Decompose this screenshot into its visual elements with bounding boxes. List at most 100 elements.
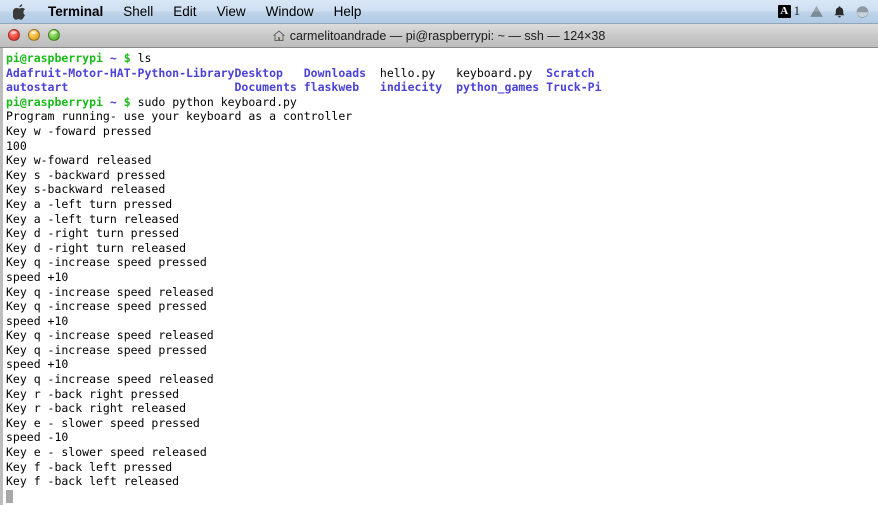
- prompt-user-host: pi@raspberrypi: [6, 94, 103, 109]
- ls-directory-entry: Scratch: [546, 65, 595, 80]
- program-output-line: Key w-foward released: [6, 153, 878, 168]
- ls-directory-entry: indiecity: [379, 80, 443, 95]
- ls-gap: [297, 80, 304, 94]
- program-output-text: Key d -right turn pressed: [6, 226, 180, 241]
- program-output-line: Key d -right turn pressed: [6, 226, 878, 241]
- ls-directory-entry: Adafruit-Motor-HAT-Python-Library: [6, 65, 235, 80]
- menu-item-help[interactable]: Help: [324, 3, 372, 21]
- program-output-text: Key e - slower speed pressed: [6, 415, 200, 430]
- terminal-command: sudo python keyboard.py: [130, 94, 297, 109]
- notification-bell-icon[interactable]: [833, 5, 846, 19]
- home-folder-icon: [272, 29, 285, 42]
- window-title-text: carmelitoandrade — pi@raspberrypi: ~ — s…: [289, 28, 606, 43]
- menu-item-terminal[interactable]: Terminal: [38, 3, 113, 21]
- program-output-text: Key f -back left released: [6, 474, 180, 489]
- program-output-text: Key s-backward released: [6, 182, 166, 197]
- terminal-content-area[interactable]: pi@raspberrypi ~ $ ls Adafruit-Motor-HAT-…: [0, 48, 878, 505]
- terminal-text-output: pi@raspberrypi ~ $ ls Adafruit-Motor-HAT-…: [6, 51, 878, 503]
- program-output-line: Key q -increase speed released: [6, 285, 878, 300]
- window-title-bar[interactable]: carmelitoandrade — pi@raspberrypi: ~ — s…: [0, 24, 878, 48]
- program-output-text: Key q -increase speed released: [6, 284, 214, 299]
- program-output-line: Key q -increase speed released: [6, 328, 878, 343]
- program-output-line: Key f -back left pressed: [6, 460, 878, 475]
- program-output-text: speed -10: [6, 430, 69, 445]
- apple-logo-icon[interactable]: [10, 3, 30, 20]
- ls-gap: [359, 80, 380, 94]
- ls-directory-entry: Documents: [234, 80, 297, 95]
- ls-output-row: Adafruit-Motor-HAT-Python-LibraryDesktop…: [6, 66, 878, 81]
- program-output-line: Program running- use your keyboard as a …: [6, 109, 878, 124]
- terminal-cursor-line: [6, 489, 878, 504]
- program-output-line: speed +10: [6, 357, 878, 372]
- menu-item-window[interactable]: Window: [256, 3, 324, 21]
- program-output-line: Key q -increase speed pressed: [6, 255, 878, 270]
- close-window-button[interactable]: [8, 29, 20, 41]
- program-output-line: Key q -increase speed released: [6, 372, 878, 387]
- terminal-prompt-line: pi@raspberrypi ~ $ sudo python keyboard.…: [6, 95, 878, 110]
- program-output-line: Key e - slower speed released: [6, 445, 878, 460]
- menu-bar-status-area: A 1: [777, 4, 872, 19]
- program-output-line: speed +10: [6, 314, 878, 329]
- ls-directory-entry: Downloads: [303, 65, 367, 80]
- program-output-line: Key a -left turn released: [6, 212, 878, 227]
- window-controls: [8, 29, 60, 41]
- ls-directory-entry: autostart: [6, 80, 69, 95]
- program-output-line: Key r -back right released: [6, 401, 878, 416]
- ls-gap: [283, 66, 304, 80]
- window-title-container: carmelitoandrade — pi@raspberrypi: ~ — s…: [0, 29, 878, 43]
- program-output-text: Key r -back right released: [6, 401, 187, 416]
- menu-item-edit[interactable]: Edit: [163, 3, 206, 21]
- program-output-text: Program running- use your keyboard as a …: [6, 109, 353, 124]
- program-output-text: Key a -left turn pressed: [6, 196, 173, 211]
- ls-output-row: autostart Documents flaskweb indiecity p…: [6, 80, 878, 95]
- menu-item-shell[interactable]: Shell: [113, 3, 163, 21]
- program-output-line: 100: [6, 139, 878, 154]
- program-output-text: Key q -increase speed released: [6, 372, 214, 387]
- minimize-window-button[interactable]: [28, 29, 40, 41]
- program-output-line: Key w -foward pressed: [6, 124, 878, 139]
- ls-gap: [435, 66, 456, 80]
- program-output-text: speed +10: [6, 269, 69, 284]
- program-output-line: Key r -back right pressed: [6, 387, 878, 402]
- ls-file-entry: keyboard.py: [456, 65, 533, 80]
- ls-gap: [442, 80, 456, 94]
- ls-directory-entry: python_games: [456, 80, 540, 95]
- prompt-sigil: $: [123, 51, 131, 65]
- program-output-text: Key f -back left pressed: [6, 459, 173, 474]
- program-output-line: Key e - slower speed pressed: [6, 416, 878, 431]
- macos-menu-bar: Terminal Shell Edit View Window Help A 1: [0, 0, 878, 24]
- ls-file-entry: hello.py: [379, 65, 436, 80]
- program-output-line: Key a -left turn pressed: [6, 197, 878, 212]
- program-output-line: Key f -back left released: [6, 474, 878, 489]
- ls-gap: [68, 80, 234, 94]
- program-output-text: Key w -foward pressed: [6, 123, 152, 138]
- google-drive-icon[interactable]: [809, 5, 824, 19]
- ls-directory-entry: Truck-Pi: [546, 80, 602, 95]
- input-source-badge-icon: A: [777, 5, 791, 18]
- program-output-line: Key q -increase speed pressed: [6, 343, 878, 358]
- circle-ellipsis-icon[interactable]: [855, 5, 870, 19]
- input-source-menu[interactable]: A 1: [777, 4, 800, 19]
- ls-directory-entry: Desktop: [234, 65, 283, 80]
- program-output-text: Key d -right turn released: [6, 240, 187, 255]
- program-output-text: 100: [6, 138, 27, 153]
- program-output-line: Key q -increase speed pressed: [6, 299, 878, 314]
- menu-item-view[interactable]: View: [207, 3, 256, 21]
- program-output-line: Key s -backward pressed: [6, 168, 878, 183]
- program-output-text: Key q -increase speed pressed: [6, 342, 207, 357]
- prompt-sigil: $: [123, 94, 131, 109]
- program-output-text: Key e - slower speed released: [6, 445, 207, 460]
- prompt-path: ~: [109, 94, 117, 109]
- terminal-window: carmelitoandrade — pi@raspberrypi: ~ — s…: [0, 24, 878, 505]
- program-output-line: Key d -right turn released: [6, 241, 878, 256]
- program-output-text: Key r -back right pressed: [6, 386, 180, 401]
- prompt-path: ~: [109, 51, 117, 65]
- prompt-user-host: pi@raspberrypi: [6, 51, 103, 65]
- menu-item-list: Terminal Shell Edit View Window Help: [38, 3, 371, 21]
- zoom-window-button[interactable]: [48, 29, 60, 41]
- program-output-text: Key q -increase speed pressed: [6, 255, 207, 270]
